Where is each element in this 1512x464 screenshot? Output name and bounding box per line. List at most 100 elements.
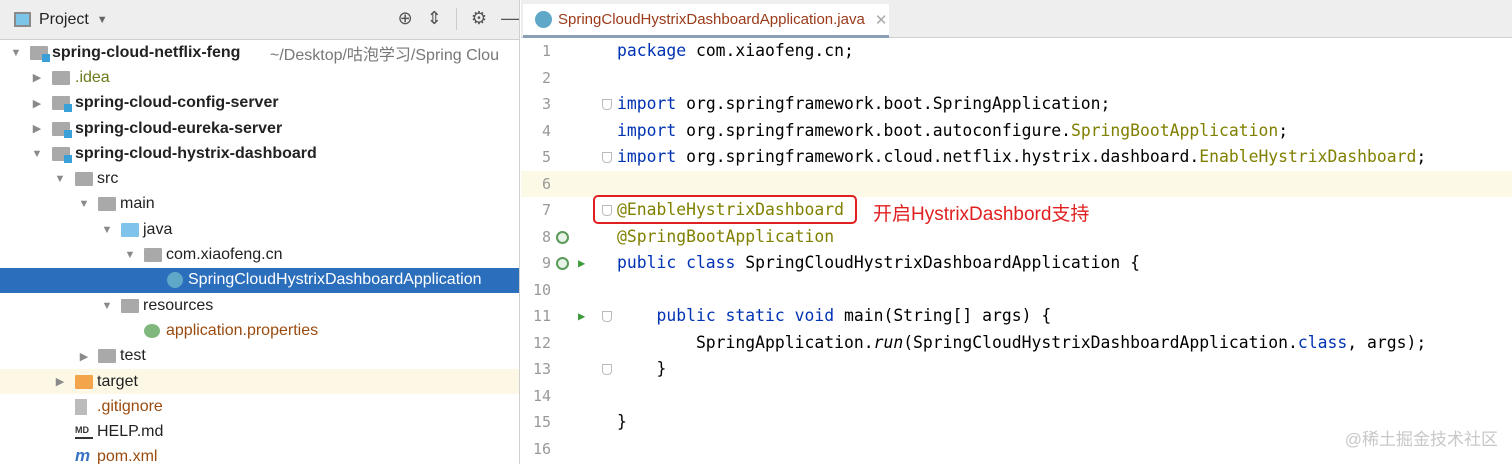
tree-item[interactable]: m pom.xml bbox=[0, 445, 519, 464]
code-token: EnableHystrixDashboard bbox=[1199, 147, 1417, 166]
expanded-arrow-icon[interactable]: ▼ bbox=[101, 224, 113, 236]
run-icon[interactable]: ▶ bbox=[578, 303, 585, 330]
file-icon bbox=[75, 398, 87, 415]
code-token: class bbox=[1297, 332, 1348, 352]
tree-item[interactable]: SpringCloudHystrixDashboardApplication bbox=[0, 267, 519, 293]
folder-icon bbox=[52, 70, 70, 85]
expanded-arrow-icon[interactable]: ▼ bbox=[124, 249, 136, 261]
tree-item-label: main bbox=[120, 195, 155, 213]
code-token: run bbox=[873, 332, 904, 352]
tree-item[interactable]: ▼ spring-cloud-netflix-feng ~/Desktop/咕泡学习… bbox=[0, 40, 519, 65]
tree-item-label: spring-cloud-config-server bbox=[75, 94, 279, 112]
folder-blue-icon bbox=[121, 222, 139, 237]
tree-item-label: spring-cloud-eureka-server bbox=[75, 119, 283, 137]
annotation-note: 开启HystrixDashbord支持 bbox=[873, 204, 1090, 225]
code-token: , args); bbox=[1347, 332, 1427, 352]
code-text: @SpringBootApplication bbox=[617, 224, 834, 251]
tree-item[interactable]: .gitignore bbox=[0, 394, 519, 419]
line-number: 15 bbox=[532, 413, 551, 431]
tab-label: SpringCloudHystrixDashboardApplication.j… bbox=[558, 11, 865, 28]
collapsed-arrow-icon[interactable]: ▶ bbox=[31, 97, 43, 110]
code-text: import org.springframework.boot.SpringAp… bbox=[617, 91, 1110, 118]
code-token: import bbox=[617, 94, 677, 113]
line-number: 14 bbox=[532, 386, 551, 405]
code-line: 13 } bbox=[521, 356, 1512, 383]
line-number: 10 bbox=[532, 280, 551, 299]
close-icon[interactable]: ✕ bbox=[875, 11, 888, 29]
tree-item[interactable]: ▶ target bbox=[0, 368, 519, 395]
code-line: 2 bbox=[521, 65, 1512, 92]
code-area[interactable]: 1 package com.xiaofeng.cn; 2 3 import org.sp… bbox=[521, 38, 1512, 464]
expanded-arrow-icon[interactable]: ▼ bbox=[101, 300, 113, 312]
spring-bean-icon[interactable] bbox=[556, 257, 569, 270]
line-number: 8 bbox=[541, 227, 551, 246]
line-number: 16 bbox=[532, 439, 551, 458]
tree-item-label: .gitignore bbox=[97, 397, 163, 415]
expanded-arrow-icon[interactable]: ▼ bbox=[54, 173, 66, 185]
code-text: } bbox=[617, 356, 666, 383]
collapsed-arrow-icon[interactable]: ▶ bbox=[78, 350, 90, 363]
fold-marker-icon[interactable] bbox=[602, 152, 612, 163]
expanded-arrow-icon[interactable]: ▼ bbox=[78, 198, 90, 210]
hide-icon[interactable]: — bbox=[501, 8, 519, 30]
tree-item[interactable]: MD HELP.md bbox=[0, 419, 519, 444]
tree-item[interactable]: ▶ .idea bbox=[0, 65, 519, 90]
module-icon bbox=[52, 96, 72, 113]
fold-marker-icon[interactable] bbox=[602, 99, 612, 110]
tree-item-label: spring-cloud-netflix-feng bbox=[52, 43, 241, 61]
tree-item[interactable]: ▼ src bbox=[0, 166, 519, 191]
editor: SpringCloudHystrixDashboardApplication.j… bbox=[521, 0, 1512, 464]
line-number: 11 bbox=[532, 307, 551, 325]
tree-item[interactable]: ▼ resources bbox=[0, 293, 519, 318]
code-line: 3 import org.springframework.boot.SpringA… bbox=[521, 91, 1512, 118]
fold-marker-icon[interactable] bbox=[602, 311, 612, 322]
line-number: 13 bbox=[532, 360, 551, 378]
expanded-arrow-icon[interactable]: ▼ bbox=[10, 47, 22, 59]
line-number: 1 bbox=[541, 42, 551, 60]
project-path: ~/Desktop/咕泡学习/Spring Clou bbox=[270, 46, 499, 64]
tab-springcloudhystrixdashboardapplication[interactable]: SpringCloudHystrixDashboardApplication.j… bbox=[523, 4, 889, 38]
collapsed-arrow-icon[interactable]: ▶ bbox=[54, 375, 66, 388]
project-panel-header: Project ▼ ⊕ ⇕ ⚙ — bbox=[0, 0, 519, 40]
spring-bean-icon[interactable] bbox=[556, 230, 569, 244]
code-line: 8 @SpringBootApplication bbox=[521, 224, 1512, 251]
tree-item[interactable]: ▼ com.xiaofeng.cn bbox=[0, 242, 519, 267]
code-text: import org.springframework.boot.autoconf… bbox=[617, 118, 1288, 145]
line-number: 6 bbox=[541, 174, 551, 193]
locate-icon[interactable]: ⊕ bbox=[398, 8, 413, 30]
tree-item[interactable]: application.properties bbox=[0, 318, 519, 343]
tree-item[interactable]: ▼ java bbox=[0, 217, 519, 242]
tree-item[interactable]: ▼ main bbox=[0, 192, 519, 217]
code-token: (SpringCloudHystrixDashboardApplication. bbox=[903, 332, 1298, 352]
collapsed-arrow-icon[interactable]: ▶ bbox=[31, 122, 43, 135]
tree-item-label: spring-cloud-hystrix-dashboard bbox=[75, 144, 317, 162]
chevron-down-icon[interactable]: ▼ bbox=[97, 14, 108, 26]
code-token: org.springframework.cloud.netflix.hystri… bbox=[676, 147, 1200, 166]
fold-marker-icon[interactable] bbox=[602, 364, 612, 375]
run-icon[interactable]: ▶ bbox=[578, 250, 585, 277]
gear-icon[interactable]: ⚙ bbox=[471, 8, 487, 30]
tree-item[interactable]: ▶ spring-cloud-eureka-server bbox=[0, 116, 519, 141]
code-token: org.springframework.boot.SpringApplicati… bbox=[676, 94, 1111, 113]
tree-item-label: com.xiaofeng.cn bbox=[166, 246, 283, 264]
code-line: 4 import org.springframework.boot.autocon… bbox=[521, 118, 1512, 145]
tree-item[interactable]: ▶ spring-cloud-config-server bbox=[0, 91, 519, 116]
tree-item[interactable]: ▶ test bbox=[0, 344, 519, 369]
collapse-all-icon[interactable]: ⇕ bbox=[427, 8, 442, 30]
code-text: package com.xiaofeng.cn; bbox=[617, 38, 854, 65]
tree-item[interactable]: ▼ spring-cloud-hystrix-dashboard bbox=[0, 141, 519, 166]
collapsed-arrow-icon[interactable]: ▶ bbox=[31, 71, 43, 84]
code-token: SpringBootApplication bbox=[1070, 120, 1279, 140]
expanded-arrow-icon[interactable]: ▼ bbox=[31, 148, 43, 160]
folder-icon bbox=[98, 349, 116, 364]
code-line: 9 ▶ public class SpringCloudHystrixDashboa… bbox=[521, 250, 1512, 277]
editor-tabs: SpringCloudHystrixDashboardApplication.j… bbox=[521, 0, 1512, 38]
code-text: public class SpringCloudHystrixDashboard… bbox=[617, 250, 1140, 277]
line-number: 7 bbox=[541, 201, 551, 219]
md-icon: MD bbox=[75, 425, 93, 440]
resources-icon bbox=[121, 298, 139, 313]
code-token: } bbox=[617, 359, 667, 378]
module-icon bbox=[30, 45, 50, 62]
project-view-selector[interactable]: Project bbox=[39, 11, 89, 29]
